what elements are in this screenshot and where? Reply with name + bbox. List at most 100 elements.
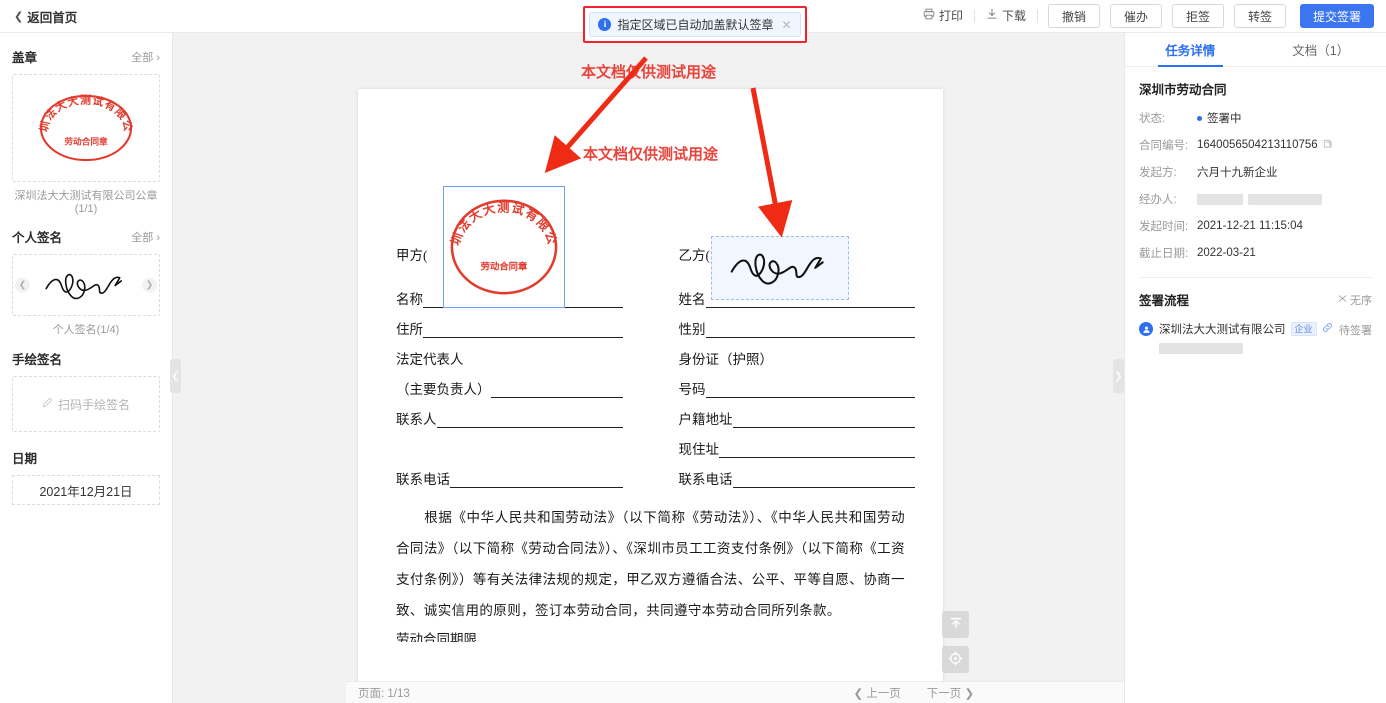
signing-flow-item[interactable]: 深圳法大大测试有限公司 企业 待签署 [1139, 321, 1372, 354]
collapse-left-panel-handle[interactable]: ❮ [170, 359, 181, 393]
seal-view-all-link[interactable]: 全部 › [131, 49, 160, 65]
field-label: 户籍地址 [678, 412, 733, 427]
download-label: 下载 [1001, 9, 1026, 23]
transfer-sign-button[interactable]: 转签 [1234, 4, 1286, 28]
tab-documents[interactable]: 文档（1） [1256, 33, 1386, 66]
redacted-operator [1197, 193, 1322, 205]
page-indicator: 页面: 1/13 [358, 687, 410, 700]
svg-text:深圳法大大测试有限公司: 深圳法大大测试有限公司 [445, 191, 560, 247]
print-button[interactable]: 打印 [912, 5, 974, 27]
urge-button[interactable]: 催办 [1110, 4, 1162, 28]
handwrite-section-header: 手绘签名 [12, 349, 160, 368]
date-stamp-card[interactable]: 2021年12月21日 [12, 475, 160, 505]
field-label: 联系电话 [396, 472, 450, 487]
detail-value: 六月十九新企业 [1197, 167, 1278, 179]
document-viewer: 本文档仅供测试用途 本文档仅供测试用途 甲方(圳法大大测试有限公 劳动合同章 … [173, 33, 1297, 703]
submit-sign-button[interactable]: 提交签署 [1300, 4, 1374, 28]
field-row: 身份证（护照） [679, 338, 944, 368]
field-label: 姓名 [678, 292, 706, 307]
avatar [1139, 322, 1153, 336]
panel-divider [1139, 277, 1372, 278]
close-icon[interactable]: ✕ [781, 18, 791, 32]
party-columns: 甲方( 深圳法大大测试有限公司 劳动合同章 [358, 179, 944, 488]
company-seal-image: 深圳法大大测试有限公司 劳动合同章 [28, 78, 139, 167]
prev-page-button[interactable]: ❮ 上一页 [853, 685, 900, 701]
field-line [396, 445, 623, 458]
signer-name-row: 深圳法大大测试有限公司 企业 [1159, 321, 1333, 337]
revoke-button[interactable]: 撤销 [1048, 4, 1100, 28]
contract-preamble: 根据《中华人民共和国劳动法》（以下简称《劳动法》）、《中华人民共和国劳动合同法》… [396, 502, 905, 626]
scroll-to-top-button[interactable] [942, 611, 969, 638]
party-a-column: 甲方( 深圳法大大测试有限公司 劳动合同章 [358, 179, 651, 488]
next-page-button[interactable]: 下一页 ❯ [927, 685, 974, 701]
redaction-block [1248, 193, 1322, 205]
field-label: 身份证（护照） [678, 352, 774, 367]
locate-target-icon [948, 650, 963, 669]
field-row: 性别 [679, 308, 944, 338]
company-seal-drop-zone[interactable]: 深圳法大大测试有限公司 劳动合同章 [438, 179, 565, 308]
watermark-inner: 本文档仅供测试用途 [582, 147, 718, 163]
detail-key: 截止日期: [1139, 248, 1189, 260]
field-label: （主要负责人） [396, 382, 491, 397]
signer-name: 深圳法大大测试有限公司 [1159, 324, 1286, 336]
download-icon [986, 5, 998, 27]
detail-row-initiator: 发起方: 六月十九新企业 [1139, 164, 1372, 180]
field-line [719, 445, 915, 458]
signer-info: 深圳法大大测试有限公司 企业 [1159, 321, 1333, 354]
detail-row-status: 状态: 签署中 [1139, 110, 1372, 126]
svg-text:深圳法大大测试有限公司: 深圳法大大测试有限公司 [33, 89, 135, 133]
date-section-header: 日期 [12, 448, 160, 467]
toolbar-actions: 打印 下载 撤销 催办 拒签 转签 提交签署 [912, 4, 1386, 28]
status-badge: 签署中 [1197, 110, 1242, 126]
detail-row-operator: 经办人: [1139, 191, 1372, 207]
notification-text: 指定区域已自动加盖默认签章 [617, 18, 774, 32]
signature-view-all-link[interactable]: 全部 › [131, 229, 160, 245]
field-line [705, 385, 915, 398]
field-label: 现住址 [678, 442, 720, 457]
reject-sign-button[interactable]: 拒签 [1172, 4, 1224, 28]
tab-task-detail[interactable]: 任务详情 [1125, 33, 1256, 67]
contract-preamble-text: 根据《中华人民共和国劳动法》（以下简称《劳动法》）、《中华人民共和国劳动合同法》… [396, 510, 905, 618]
signing-order-label: 无序 [1350, 294, 1372, 307]
next-section-heading: 劳动合同期限 [396, 632, 477, 642]
field-line [423, 325, 623, 338]
field-label: 名称 [396, 292, 423, 307]
field-row: 联系电话 [679, 458, 944, 488]
info-circle-icon: i [598, 18, 612, 31]
detail-key: 状态: [1139, 113, 1166, 125]
locate-signature-button[interactable] [942, 646, 969, 673]
signature-assets-sidebar: 盖章 全部 › 深圳法大大测试有限公司 劳动合同章 深圳法大大测试有限公司公章(… [0, 33, 173, 703]
field-row-spacer [396, 428, 651, 458]
collapse-right-panel-handle[interactable]: ❯ [1113, 359, 1124, 393]
seal-section-header: 盖章 全部 › [12, 47, 160, 66]
signature-prev-arrow[interactable]: ❮ [15, 277, 30, 293]
chevron-left-icon: ❮ [14, 10, 24, 23]
personal-signature-drop-zone[interactable] [710, 236, 849, 300]
copy-icon[interactable] [1323, 139, 1333, 152]
scan-handwrite-signature-button[interactable]: 扫码手绘签名 [12, 376, 160, 432]
document-page[interactable]: 本文档仅供测试用途 甲方(圳法大大测试有限公 劳动合同章 名称 住所 法定代表… [358, 89, 943, 681]
signature-next-arrow[interactable]: ❯ [142, 277, 157, 293]
page-navigation: ❮ 上一页 下一页 ❯ [853, 685, 974, 701]
chevron-right-icon: ❯ [1114, 370, 1123, 382]
scroll-to-top-icon [949, 616, 963, 633]
link-icon[interactable] [1322, 322, 1333, 336]
company-seal-card[interactable]: 深圳法大大测试有限公司 劳动合同章 [12, 74, 160, 182]
field-row: 号码 [679, 368, 944, 398]
download-button[interactable]: 下载 [975, 5, 1037, 27]
handwrite-section-title: 手绘签名 [12, 353, 63, 367]
field-row: 现住址 [679, 428, 944, 458]
signer-type-tag: 企业 [1290, 322, 1317, 336]
detail-value: 签署中 [1207, 113, 1242, 125]
field-line [490, 385, 623, 398]
personal-signature-caption: 个人签名(1/4) [52, 324, 120, 336]
company-seal-caption: 深圳法大大测试有限公司公章(1/1) [14, 190, 158, 215]
field-label: 联系电话 [678, 472, 733, 487]
back-to-home-button[interactable]: ❮ 返回首页 [14, 7, 77, 26]
field-label: 联系人 [396, 412, 437, 427]
signer-status: 待签署 [1339, 325, 1372, 337]
signing-order-indicator: 无序 [1338, 292, 1372, 308]
document-scroll-area[interactable]: 本文档仅供测试用途 本文档仅供测试用途 甲方(圳法大大测试有限公 劳动合同章 … [173, 33, 1124, 681]
field-line [705, 325, 915, 338]
personal-signature-card[interactable]: ❮ ❯ [12, 254, 160, 316]
